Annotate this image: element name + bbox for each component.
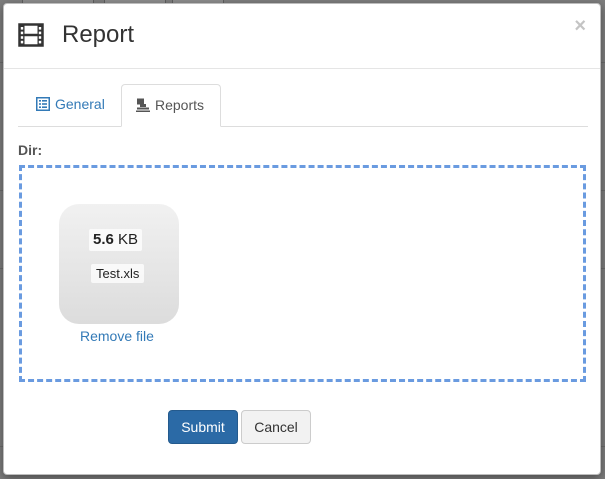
file-name: Test.xls xyxy=(91,264,145,283)
tab-reports[interactable]: Reports xyxy=(121,84,221,127)
tab-bar: General Reports xyxy=(18,84,588,127)
report-dialog: Report × General Reports Dir: 5.6 KB Tes… xyxy=(3,3,601,475)
close-button[interactable]: × xyxy=(574,16,586,36)
dir-label: Dir: xyxy=(18,142,43,158)
list-alt-icon xyxy=(36,86,50,111)
file-size: 5.6 KB xyxy=(89,229,143,251)
dialog-title: Report xyxy=(62,21,135,48)
file-size-value: 5.6 xyxy=(93,231,114,248)
remove-file-link[interactable]: Remove file xyxy=(80,328,154,344)
dialog-header: Report × xyxy=(4,4,600,69)
tab-general[interactable]: General xyxy=(20,84,120,125)
submit-button[interactable]: Submit xyxy=(168,410,238,444)
tab-reports-label: Reports xyxy=(155,97,205,113)
file-preview: 5.6 KB Test.xls xyxy=(59,204,179,324)
file-dropzone[interactable]: 5.6 KB Test.xls Remove file xyxy=(19,165,586,382)
stamp-icon xyxy=(136,87,150,112)
cancel-button[interactable]: Cancel xyxy=(241,410,311,444)
film-icon xyxy=(18,23,44,47)
tab-general-label: General xyxy=(55,96,105,112)
file-size-unit: KB xyxy=(113,231,139,248)
